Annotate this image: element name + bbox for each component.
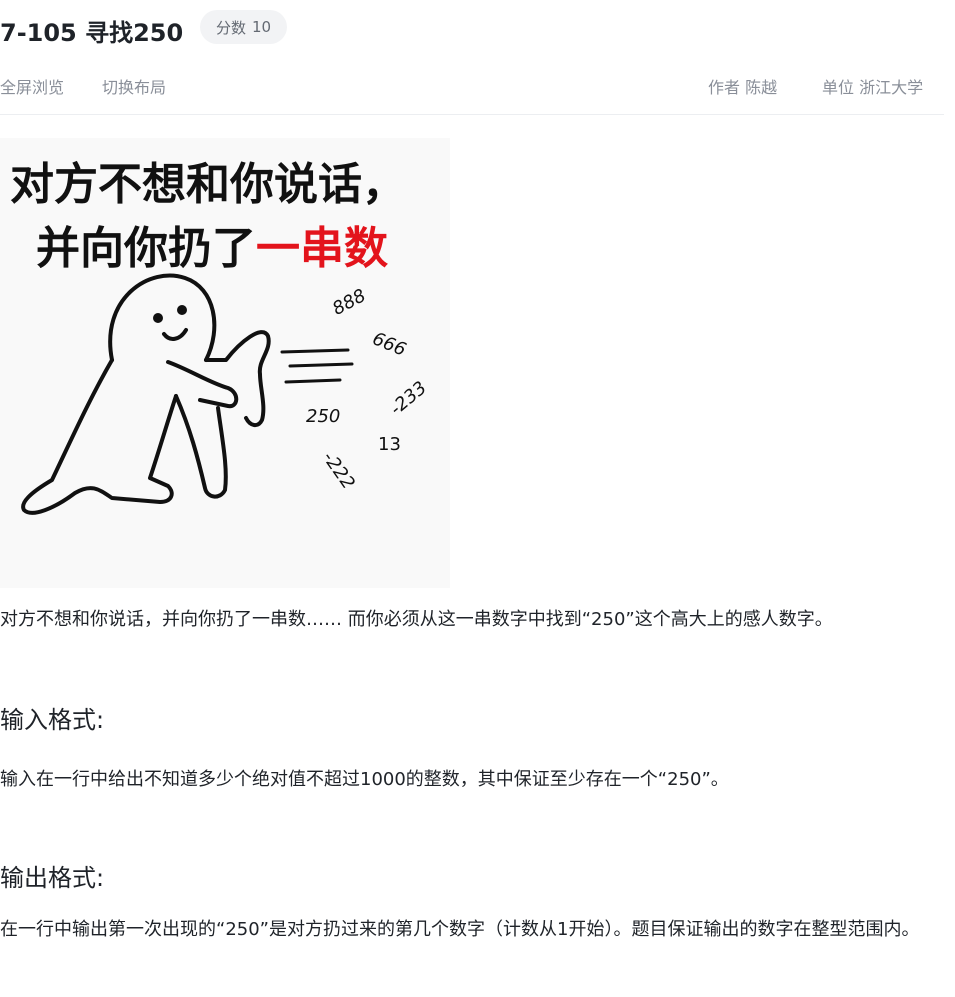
meme-number-250: 250	[306, 406, 341, 427]
score-badge: 分数 10	[200, 10, 288, 44]
input-format-body: 输入在一行中给出不知道多少个绝对值不超过1000的整数，其中保证至少存在一个“2…	[0, 769, 729, 790]
author-info: 作者 陈越	[708, 74, 777, 98]
meme-number-13: 13	[378, 434, 401, 455]
problem-intro: 对方不想和你说话，并向你扔了一串数…… 而你必须从这一串数字中找到“250”这个…	[0, 609, 833, 630]
author-label: 作者	[708, 78, 741, 97]
score-label: 分数	[216, 18, 247, 37]
stick-figure-drawing	[21, 273, 354, 515]
switch-layout-link[interactable]: 切换布局	[102, 74, 166, 98]
problem-header: 7-105 寻找250 分数 10	[0, 8, 955, 48]
unit-name: 浙江大学	[859, 78, 924, 97]
meme-image: 对方不想和你说话， 并向你扔了一串数 888 666 -233 250 13 -…	[0, 138, 450, 588]
problem-title: 7-105 寻找250	[0, 19, 184, 47]
fullscreen-link[interactable]: 全屏浏览	[0, 74, 64, 98]
unit-label: 单位	[822, 78, 855, 97]
score-value: 10	[252, 18, 272, 36]
problem-toolbar: 全屏浏览 切换布局 作者 陈越 单位 浙江大学	[0, 74, 944, 98]
unit-info: 单位 浙江大学	[822, 74, 923, 98]
header-divider	[0, 114, 944, 115]
output-format-heading: 输出格式:	[0, 864, 105, 892]
input-format-heading: 输入格式:	[0, 706, 105, 734]
author-name: 陈越	[745, 78, 778, 97]
output-format-body: 在一行中输出第一次出现的“250”是对方扔过来的第几个数字（计数从1开始）。题目…	[0, 919, 920, 940]
